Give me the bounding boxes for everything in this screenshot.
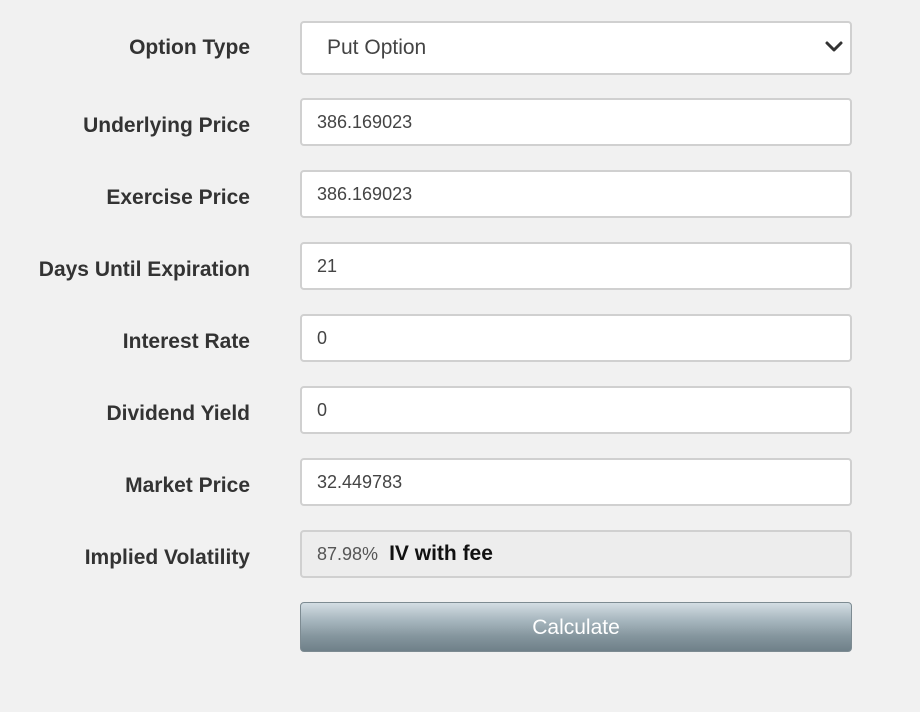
exercise-price-label: Exercise Price	[106, 186, 250, 209]
implied-volatility-row: Implied Volatility 87.98% IV with fee	[0, 530, 920, 578]
underlying-price-label: Underlying Price	[83, 114, 250, 137]
implied-volatility-output: 87.98% IV with fee	[300, 530, 852, 578]
dividend-yield-input[interactable]	[300, 386, 852, 434]
exercise-price-row: Exercise Price	[0, 170, 920, 218]
market-price-label: Market Price	[125, 474, 250, 497]
underlying-price-row: Underlying Price	[0, 98, 920, 146]
underlying-price-input[interactable]	[300, 98, 852, 146]
calculate-button[interactable]: Calculate	[300, 602, 852, 652]
option-type-select[interactable]: Put Option	[300, 21, 852, 75]
interest-rate-label: Interest Rate	[122, 330, 250, 353]
days-until-expiration-row: Days Until Expiration	[0, 242, 920, 290]
chevron-down-icon	[825, 41, 843, 52]
interest-rate-input[interactable]	[300, 314, 852, 362]
market-price-input[interactable]	[300, 458, 852, 506]
option-type-label: Option Type	[129, 36, 250, 59]
days-until-expiration-input[interactable]	[300, 242, 852, 290]
implied-volatility-label: Implied Volatility	[84, 546, 250, 569]
exercise-price-input[interactable]	[300, 170, 852, 218]
implied-volatility-value: 87.98%	[317, 543, 379, 564]
option-type-selected-value: Put Option	[327, 36, 427, 59]
option-type-row: Option Type Put Option	[0, 21, 920, 75]
dividend-yield-label: Dividend Yield	[106, 402, 250, 425]
iv-with-fee-note: IV with fee	[389, 542, 493, 565]
days-until-expiration-label: Days Until Expiration	[38, 258, 250, 281]
interest-rate-row: Interest Rate	[0, 314, 920, 362]
dividend-yield-row: Dividend Yield	[0, 386, 920, 434]
market-price-row: Market Price	[0, 458, 920, 506]
